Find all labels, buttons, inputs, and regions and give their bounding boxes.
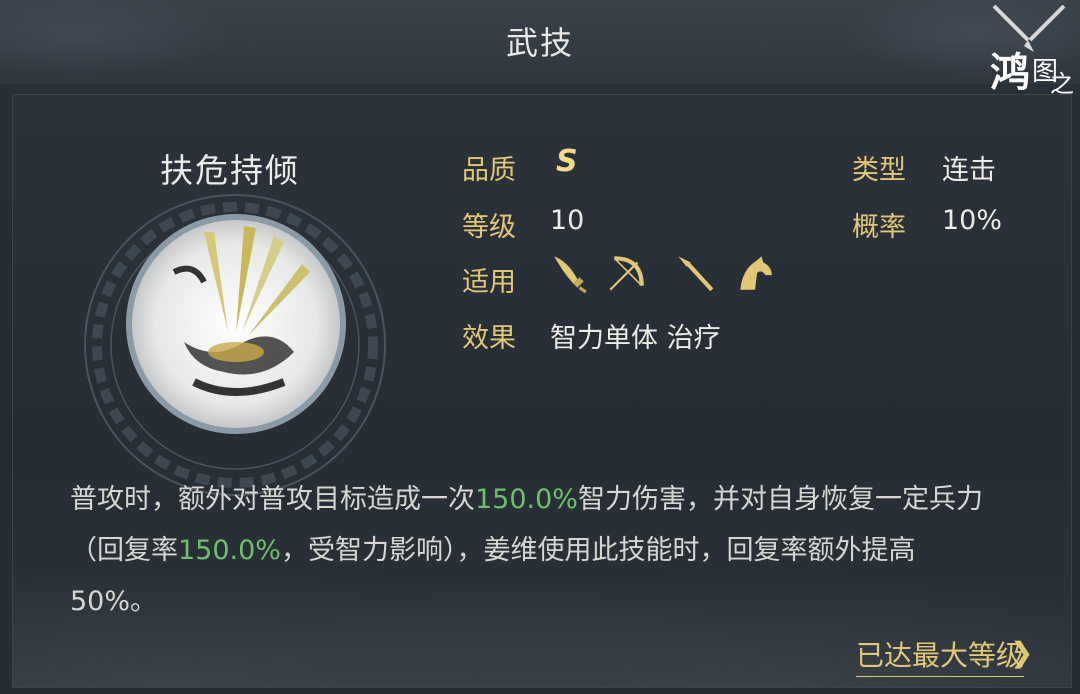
quality-value: S [556, 144, 578, 179]
effect-label: 效果 [462, 323, 516, 354]
rate-value: 10% [942, 205, 1003, 236]
cavalry-blade-icon [554, 256, 587, 294]
horse-icon [740, 256, 772, 290]
bow-icon [609, 256, 644, 291]
description-highlight-damage: 150.0% [475, 484, 578, 515]
description-highlight-heal-rate: 150.0% [178, 535, 281, 566]
title-bar: 武技 鸿 图 之 [0, 0, 1080, 98]
level-label: 等级 [462, 212, 516, 243]
type-label: 类型 [852, 155, 906, 186]
chevron-right-icon[interactable]: ❯ [1010, 636, 1033, 669]
type-value: 连击 [942, 155, 996, 186]
spear-icon [678, 256, 714, 292]
quality-label: 品质 [462, 155, 516, 186]
skill-detail-screen: 武技 鸿 图 之 扶危持倾 品质 S 等级 10 适用 效果 智力单体 治疗 类… [0, 0, 1080, 694]
page-title: 武技 [505, 24, 574, 62]
svg-text:鸿: 鸿 [990, 49, 1030, 96]
skill-description: 普攻时，额外对普攻目标造成一次150.0%智力伤害，并对自身恢复一定兵力（回复率… [70, 474, 1000, 627]
skill-icon [126, 214, 346, 434]
level-value: 10 [550, 205, 585, 236]
apply-label: 适用 [462, 267, 516, 298]
description-text-1: 普攻时，额外对普攻目标造成一次 [70, 484, 475, 515]
game-logo-icon: 鸿 图 之 [990, 4, 1074, 98]
max-level-link[interactable]: 已达最大等级 [855, 634, 1024, 677]
effect-value: 智力单体 治疗 [550, 323, 721, 354]
rate-label: 概率 [852, 212, 906, 243]
